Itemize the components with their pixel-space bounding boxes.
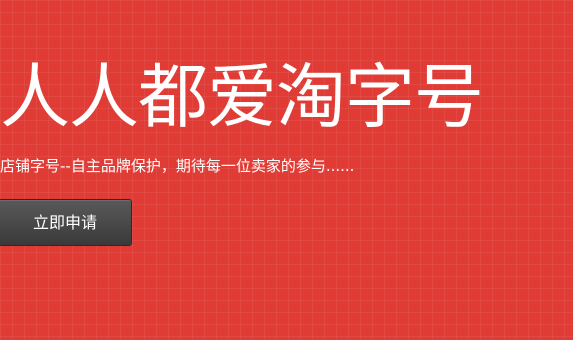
hero-banner: 人人都爱淘字号 店铺字号--自主品牌保护，期待每一位卖家的参与...... 立即…: [0, 0, 573, 340]
hero-title: 人人都爱淘字号: [0, 56, 484, 138]
hero-subtitle: 店铺字号--自主品牌保护，期待每一位卖家的参与......: [0, 157, 355, 175]
apply-now-button[interactable]: 立即申请: [0, 199, 132, 246]
